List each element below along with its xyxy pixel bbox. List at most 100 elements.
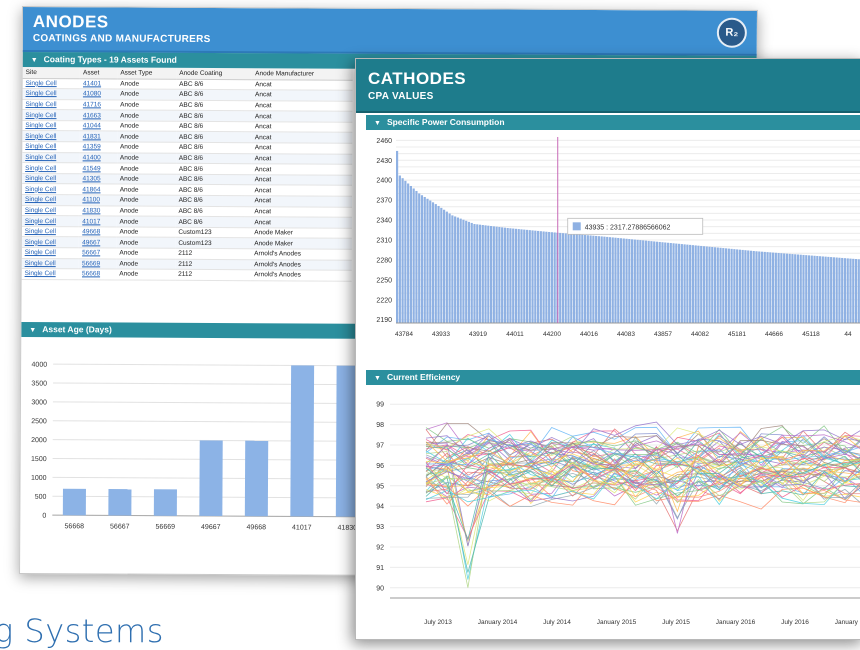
bar[interactable] bbox=[835, 257, 838, 323]
bar[interactable] bbox=[769, 252, 772, 323]
bar[interactable] bbox=[617, 237, 620, 323]
bar[interactable] bbox=[503, 227, 506, 323]
bar[interactable] bbox=[473, 224, 476, 323]
bar[interactable] bbox=[423, 197, 426, 323]
site-link[interactable]: Single Cell bbox=[21, 258, 80, 269]
bar[interactable] bbox=[802, 254, 805, 323]
collapse-triangle-icon[interactable]: ▼ bbox=[374, 371, 381, 386]
bar[interactable] bbox=[404, 180, 407, 323]
bar[interactable] bbox=[498, 227, 501, 323]
site-link[interactable]: Single Cell bbox=[21, 194, 80, 206]
bar[interactable] bbox=[738, 249, 741, 323]
bar[interactable] bbox=[619, 238, 623, 323]
bar[interactable] bbox=[711, 247, 714, 323]
site-link[interactable]: Single Cell bbox=[22, 109, 80, 121]
bar[interactable] bbox=[448, 213, 451, 323]
bar[interactable] bbox=[534, 230, 537, 323]
bar[interactable] bbox=[459, 218, 462, 323]
bar[interactable] bbox=[548, 231, 551, 323]
asset-link[interactable]: 41305 bbox=[79, 173, 117, 185]
bar[interactable] bbox=[561, 233, 565, 323]
bar[interactable] bbox=[528, 230, 531, 323]
site-link[interactable]: Single Cell bbox=[21, 236, 80, 248]
bar[interactable] bbox=[819, 256, 822, 323]
site-link[interactable]: Single Cell bbox=[21, 215, 80, 227]
bar[interactable] bbox=[153, 489, 177, 516]
asset-link[interactable]: 56669 bbox=[79, 258, 117, 270]
site-link[interactable]: Single Cell bbox=[22, 162, 80, 174]
bar[interactable] bbox=[774, 252, 777, 323]
bar[interactable] bbox=[655, 241, 659, 323]
asset-link[interactable]: 41359 bbox=[79, 141, 117, 153]
bar[interactable] bbox=[633, 239, 636, 323]
bar[interactable] bbox=[567, 233, 570, 323]
bar[interactable] bbox=[614, 237, 617, 323]
bar[interactable] bbox=[686, 244, 689, 323]
asset-link[interactable]: 41100 bbox=[79, 194, 117, 206]
bar[interactable] bbox=[852, 258, 855, 323]
bar[interactable] bbox=[733, 249, 736, 323]
bar[interactable] bbox=[727, 248, 730, 323]
bar[interactable] bbox=[559, 232, 562, 323]
asset-link[interactable]: 41716 bbox=[79, 99, 118, 111]
bar[interactable] bbox=[597, 236, 600, 323]
bar[interactable] bbox=[476, 224, 479, 323]
bar[interactable] bbox=[647, 240, 650, 323]
bar[interactable] bbox=[478, 224, 482, 323]
bar[interactable] bbox=[396, 150, 399, 323]
bar[interactable] bbox=[849, 258, 852, 323]
bar[interactable] bbox=[799, 254, 802, 323]
bar[interactable] bbox=[705, 246, 708, 323]
ce-section-bar[interactable]: ▼ Current Efficiency bbox=[366, 370, 860, 385]
bar[interactable] bbox=[490, 226, 493, 323]
bar[interactable] bbox=[691, 245, 694, 323]
site-link[interactable]: Single Cell bbox=[22, 152, 80, 164]
bar[interactable] bbox=[816, 256, 819, 323]
bar[interactable] bbox=[512, 228, 515, 323]
bar[interactable] bbox=[810, 255, 813, 323]
bar[interactable] bbox=[409, 185, 412, 323]
bar[interactable] bbox=[807, 255, 811, 323]
column-header[interactable]: Site bbox=[22, 67, 81, 79]
site-link[interactable]: Single Cell bbox=[22, 88, 80, 100]
bar[interactable] bbox=[791, 254, 794, 323]
bar[interactable] bbox=[531, 230, 534, 323]
asset-link[interactable]: 41401 bbox=[79, 78, 118, 90]
bar[interactable] bbox=[722, 248, 725, 323]
bar[interactable] bbox=[575, 234, 578, 323]
collapse-triangle-icon[interactable]: ▼ bbox=[374, 116, 381, 131]
bar[interactable] bbox=[603, 236, 606, 323]
bar[interactable] bbox=[290, 365, 315, 517]
bar[interactable] bbox=[678, 243, 681, 323]
asset-link[interactable]: 41663 bbox=[79, 110, 118, 121]
bar[interactable] bbox=[777, 252, 780, 323]
bar[interactable] bbox=[669, 243, 672, 323]
site-link[interactable]: Single Cell bbox=[21, 268, 80, 280]
bar[interactable] bbox=[838, 257, 841, 323]
bar[interactable] bbox=[572, 234, 576, 323]
site-link[interactable]: Single Cell bbox=[22, 183, 80, 195]
bar[interactable] bbox=[517, 229, 520, 323]
bar[interactable] bbox=[658, 241, 661, 323]
bar[interactable] bbox=[708, 246, 711, 323]
bar[interactable] bbox=[550, 232, 553, 323]
bar[interactable] bbox=[445, 211, 448, 323]
bar[interactable] bbox=[780, 253, 783, 323]
asset-link[interactable]: 49668 bbox=[79, 226, 117, 238]
asset-link[interactable]: 41549 bbox=[79, 163, 117, 174]
bar[interactable] bbox=[741, 249, 744, 323]
bar[interactable] bbox=[592, 235, 595, 323]
bar[interactable] bbox=[683, 244, 686, 323]
bar[interactable] bbox=[244, 440, 269, 517]
bar[interactable] bbox=[783, 253, 786, 323]
asset-link[interactable]: 41400 bbox=[79, 152, 117, 164]
bar[interactable] bbox=[467, 221, 471, 323]
asset-link[interactable]: 41044 bbox=[79, 120, 118, 132]
bar[interactable] bbox=[763, 251, 766, 323]
bar[interactable] bbox=[462, 219, 465, 323]
site-link[interactable]: Single Cell bbox=[22, 141, 80, 153]
site-link[interactable]: Single Cell bbox=[22, 173, 80, 185]
bar[interactable] bbox=[700, 245, 703, 323]
bar[interactable] bbox=[625, 238, 628, 323]
asset-link[interactable]: 56668 bbox=[78, 268, 117, 280]
